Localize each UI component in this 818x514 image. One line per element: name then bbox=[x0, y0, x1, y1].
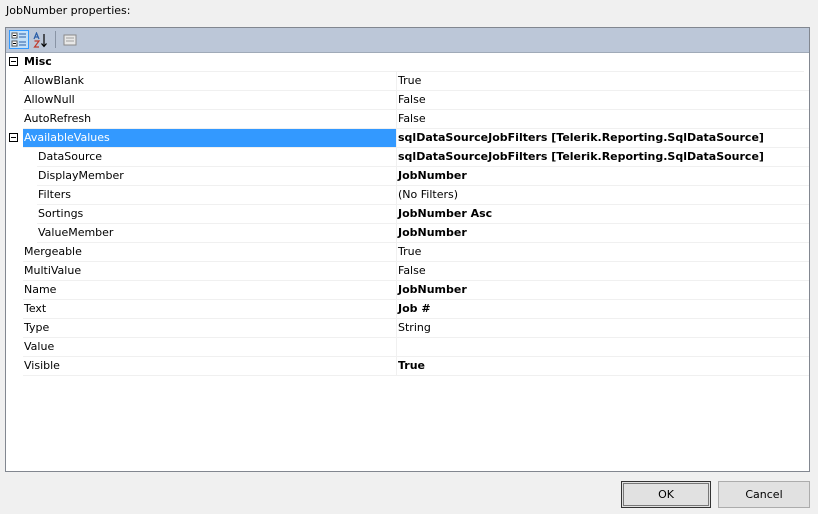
property-row-multivalue[interactable]: MultiValue False bbox=[6, 262, 809, 281]
property-row-allowblank[interactable]: AllowBlank True bbox=[6, 72, 809, 91]
category-row-misc[interactable]: Misc bbox=[6, 53, 809, 72]
property-row-text[interactable]: Text Job # bbox=[6, 300, 809, 319]
property-row-type[interactable]: Type String bbox=[6, 319, 809, 338]
property-pages-button[interactable] bbox=[60, 30, 80, 49]
property-value[interactable]: True bbox=[396, 357, 809, 376]
property-value[interactable]: sqlDataSourceJobFilters [Telerik.Reporti… bbox=[396, 148, 809, 167]
collapse-icon[interactable] bbox=[9, 133, 18, 142]
alphabetical-sort-icon bbox=[33, 31, 47, 48]
property-value[interactable]: False bbox=[396, 262, 809, 281]
property-value[interactable]: True bbox=[396, 72, 809, 91]
property-value[interactable]: JobNumber bbox=[396, 224, 809, 243]
property-row-valuemember[interactable]: ValueMember JobNumber bbox=[6, 224, 809, 243]
property-name: Filters bbox=[37, 186, 397, 205]
property-name: Visible bbox=[23, 357, 397, 376]
property-row-visible[interactable]: Visible True bbox=[6, 357, 809, 376]
property-value[interactable]: String bbox=[396, 319, 809, 338]
ok-button[interactable]: OK bbox=[621, 481, 711, 508]
property-row-sortings[interactable]: Sortings JobNumber Asc bbox=[6, 205, 809, 224]
property-value[interactable] bbox=[396, 338, 809, 357]
property-name: Type bbox=[23, 319, 397, 338]
property-row-value[interactable]: Value bbox=[6, 338, 809, 357]
property-name: Text bbox=[23, 300, 397, 319]
property-name: ValueMember bbox=[37, 224, 397, 243]
property-name: Sortings bbox=[37, 205, 397, 224]
property-value[interactable]: JobNumber Asc bbox=[396, 205, 809, 224]
property-name: AutoRefresh bbox=[23, 110, 397, 129]
property-value[interactable]: (No Filters) bbox=[396, 186, 809, 205]
toolbar-separator bbox=[55, 31, 56, 48]
property-value[interactable]: Job # bbox=[396, 300, 809, 319]
property-value[interactable]: sqlDataSourceJobFilters [Telerik.Reporti… bbox=[396, 129, 809, 148]
property-grid[interactable]: Misc AllowBlank True AllowNull False Aut… bbox=[5, 27, 810, 472]
property-row-allownull[interactable]: AllowNull False bbox=[6, 91, 809, 110]
property-name: Value bbox=[23, 338, 397, 357]
property-row-availablevalues[interactable]: AvailableValues sqlDataSourceJobFilters … bbox=[6, 129, 809, 148]
property-name: AvailableValues bbox=[23, 129, 397, 148]
property-value[interactable]: JobNumber bbox=[396, 281, 809, 300]
property-row-displaymember[interactable]: DisplayMember JobNumber bbox=[6, 167, 809, 186]
property-grid-toolbar bbox=[6, 28, 809, 53]
property-name: Mergeable bbox=[23, 243, 397, 262]
dialog-title: JobNumber properties: bbox=[6, 4, 131, 17]
collapse-icon[interactable] bbox=[9, 57, 18, 66]
property-row-mergeable[interactable]: Mergeable True bbox=[6, 243, 809, 262]
category-label: Misc bbox=[23, 53, 804, 72]
categorized-button[interactable] bbox=[9, 30, 29, 49]
property-value[interactable]: JobNumber bbox=[396, 167, 809, 186]
property-name: AllowBlank bbox=[23, 72, 397, 91]
property-row-datasource[interactable]: DataSource sqlDataSourceJobFilters [Tele… bbox=[6, 148, 809, 167]
property-name: DataSource bbox=[37, 148, 397, 167]
categorized-icon bbox=[11, 32, 26, 46]
property-name: AllowNull bbox=[23, 91, 397, 110]
property-value[interactable]: True bbox=[396, 243, 809, 262]
property-row-name[interactable]: Name JobNumber bbox=[6, 281, 809, 300]
property-value[interactable]: False bbox=[396, 110, 809, 129]
property-name: DisplayMember bbox=[37, 167, 397, 186]
property-name: Name bbox=[23, 281, 397, 300]
property-rows: Misc AllowBlank True AllowNull False Aut… bbox=[6, 53, 809, 376]
property-value[interactable]: False bbox=[396, 91, 809, 110]
cancel-button[interactable]: Cancel bbox=[718, 481, 810, 508]
property-row-filters[interactable]: Filters (No Filters) bbox=[6, 186, 809, 205]
property-row-autorefresh[interactable]: AutoRefresh False bbox=[6, 110, 809, 129]
property-name: MultiValue bbox=[23, 262, 397, 281]
property-pages-icon bbox=[63, 34, 77, 45]
alphabetical-button[interactable] bbox=[31, 30, 51, 49]
